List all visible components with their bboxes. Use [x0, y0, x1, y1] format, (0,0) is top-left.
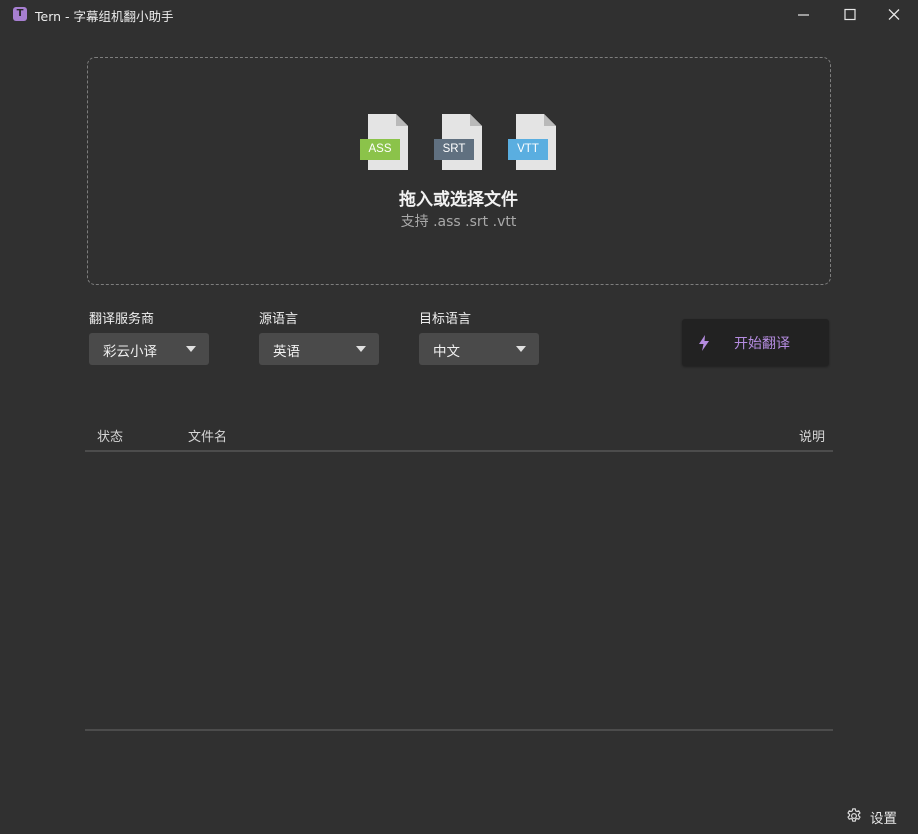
app-logo-icon: T	[13, 7, 27, 21]
source-language-label: 源语言	[259, 312, 299, 327]
column-header-description[interactable]: 说明	[799, 426, 825, 445]
file-type-tag: SRT	[434, 139, 474, 160]
file-type-tag: ASS	[360, 139, 400, 160]
maximize-icon	[844, 8, 856, 21]
provider-field: 翻译服务商 彩云小译	[89, 311, 209, 365]
source-language-select[interactable]: 英语	[259, 333, 379, 365]
provider-select[interactable]: 彩云小译	[89, 333, 209, 365]
target-language-value: 中文	[433, 344, 460, 360]
window-title: Tern - 字幕组机翻小助手	[35, 9, 174, 24]
close-button[interactable]	[872, 0, 916, 30]
drop-zone-title: 拖入或选择文件	[399, 190, 518, 210]
start-translation-button[interactable]: 开始翻译	[682, 319, 829, 366]
vtt-file-icon: VTT	[508, 114, 556, 172]
source-language-value: 英语	[273, 344, 300, 360]
settings-label: 设置	[870, 811, 897, 827]
chevron-down-icon	[516, 346, 526, 352]
file-type-tag: VTT	[508, 139, 548, 160]
column-header-status[interactable]: 状态	[97, 426, 123, 445]
table-bottom-divider	[85, 729, 833, 731]
close-icon	[888, 9, 900, 20]
srt-file-icon: SRT	[434, 114, 482, 172]
provider-value: 彩云小译	[103, 344, 157, 360]
column-header-filename[interactable]: 文件名	[188, 426, 227, 445]
chevron-down-icon	[186, 346, 196, 352]
file-drop-zone[interactable]: ASS SRT VTT 拖入或选择文件 支持 .ass .srt .vtt	[87, 57, 831, 285]
app-window: T Tern - 字幕组机翻小助手 ASS SRT VTT 拖入或选择文件 支持…	[0, 0, 918, 834]
ass-file-icon: ASS	[360, 114, 408, 172]
provider-label: 翻译服务商	[89, 312, 155, 327]
chevron-down-icon	[356, 346, 366, 352]
gear-icon	[847, 808, 861, 822]
minimize-button[interactable]	[782, 0, 826, 30]
target-language-select[interactable]: 中文	[419, 333, 539, 365]
title-bar: T Tern - 字幕组机翻小助手	[0, 0, 918, 30]
lightning-icon	[699, 335, 709, 351]
minimize-icon	[798, 14, 809, 16]
table-header-divider	[85, 450, 833, 452]
start-translation-label: 开始翻译	[734, 336, 790, 352]
target-language-label: 目标语言	[419, 312, 472, 327]
drop-zone-subtitle: 支持 .ass .srt .vtt	[400, 214, 517, 230]
target-language-field: 目标语言 中文	[419, 311, 539, 365]
file-table: 状态 文件名 说明	[85, 420, 833, 731]
maximize-button[interactable]	[828, 0, 872, 30]
source-language-field: 源语言 英语	[259, 311, 379, 365]
